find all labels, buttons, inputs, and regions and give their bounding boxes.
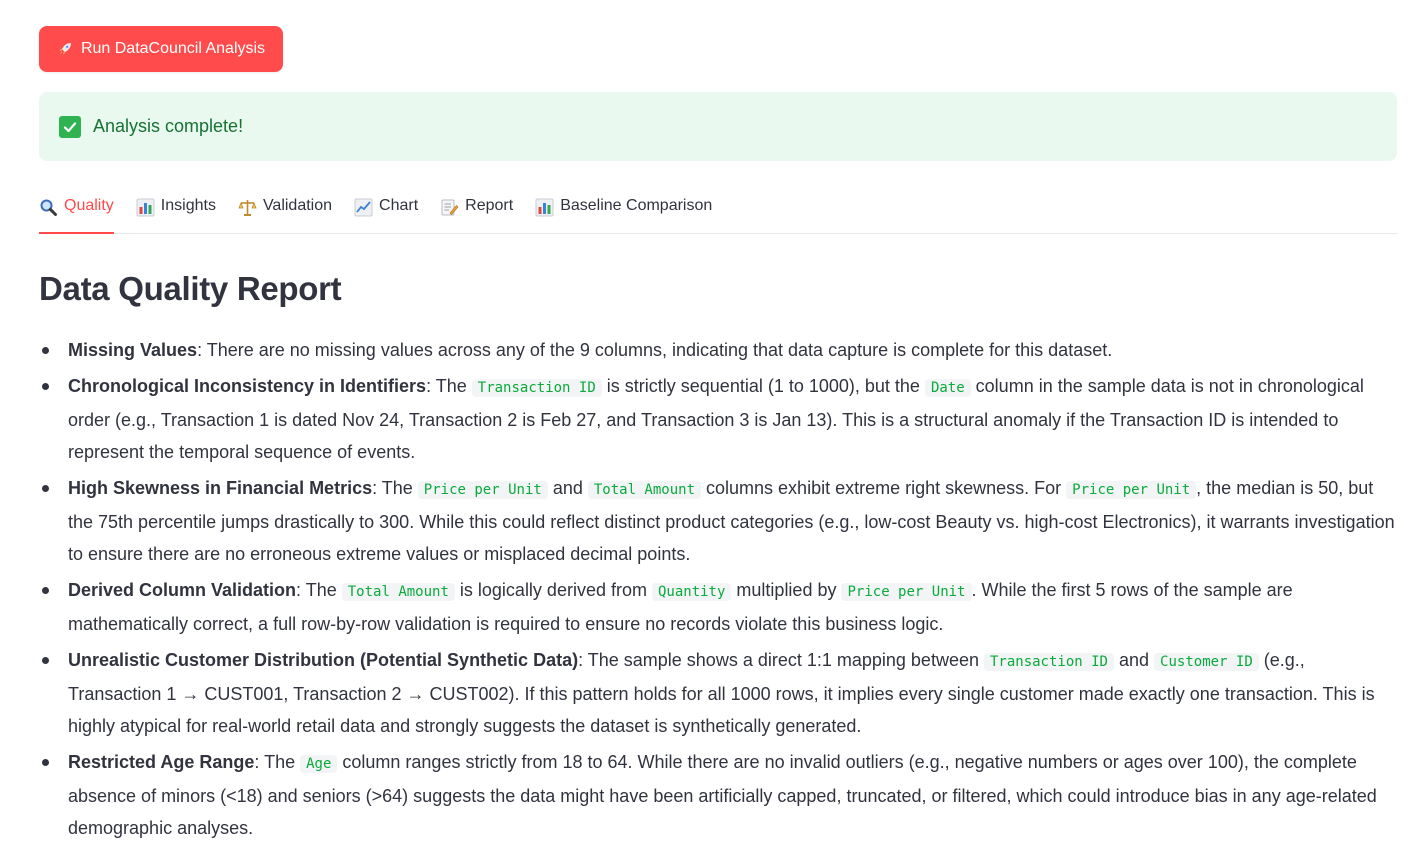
finding-text: is strictly sequential (1 to 1000), but …	[601, 376, 925, 396]
tab-label: Quality	[64, 197, 114, 214]
tab-label: Validation	[262, 197, 333, 214]
finding-title: Restricted Age Range	[68, 752, 255, 772]
column-code: Price per Unit	[1066, 481, 1197, 499]
bar-chart-icon	[136, 198, 155, 217]
list-item: Chronological Inconsistency in Identifie…	[39, 370, 1399, 468]
list-item: Unrealistic Customer Distribution (Poten…	[39, 644, 1399, 742]
page-title: Data Quality Report	[39, 270, 342, 307]
check-mark-icon	[59, 115, 81, 138]
finding-text: : The	[254, 752, 301, 772]
column-code: Age	[300, 755, 338, 773]
magnifier-icon	[40, 199, 57, 216]
column-code: Price per Unit	[841, 583, 972, 601]
column-code: Price per Unit	[417, 481, 548, 499]
tab-quality[interactable]: Quality	[39, 186, 114, 234]
finding-title: Chronological Inconsistency in Identifie…	[68, 376, 427, 396]
list-item: Missing Values: There are no missing val…	[39, 334, 1399, 366]
finding-title: Derived Column Validation	[68, 580, 297, 600]
success-alert: Analysis complete!	[39, 92, 1397, 161]
column-code: Transaction ID	[471, 379, 602, 397]
column-code: Date	[924, 379, 971, 397]
bar-chart-icon	[535, 198, 554, 217]
tab-chart[interactable]: Chart	[354, 186, 418, 233]
page: Run DataCouncil Analysis Analysis comple…	[0, 0, 1427, 845]
finding-title: Unrealistic Customer Distribution (Poten…	[68, 650, 579, 670]
finding-text: is logically derived from	[454, 580, 652, 600]
finding-title: Missing Values	[68, 340, 198, 360]
tab-baseline-comparison[interactable]: Baseline Comparison	[535, 186, 712, 233]
tab-bar: Quality Insights Validation Chart Report…	[39, 186, 1397, 234]
line-chart-icon	[354, 198, 373, 217]
finding-title: High Skewness in Financial Metrics	[68, 478, 373, 498]
success-text: Analysis complete!	[93, 116, 244, 136]
memo-icon	[441, 199, 459, 216]
run-analysis-label: Run DataCouncil Analysis	[80, 40, 266, 57]
finding-text: : The	[296, 580, 342, 600]
finding-text: columns exhibit extreme right skewness. …	[701, 478, 1067, 498]
finding-text: and	[547, 478, 588, 498]
finding-text: : The sample shows a direct 1:1 mapping …	[578, 650, 984, 670]
tab-label: Baseline Comparison	[560, 197, 713, 214]
rocket-icon	[59, 43, 71, 55]
finding-text: and	[1114, 650, 1155, 670]
tab-insights[interactable]: Insights	[136, 186, 216, 233]
column-code: Total Amount	[587, 481, 702, 499]
column-code: Quantity	[651, 583, 732, 601]
column-code: Customer ID	[1154, 653, 1259, 671]
finding-text: : The	[426, 376, 472, 396]
finding-text: : There are no missing values across any…	[197, 340, 1113, 360]
tab-report[interactable]: Report	[440, 186, 513, 233]
list-item: High Skewness in Financial Metrics: The …	[39, 472, 1399, 570]
tab-validation[interactable]: Validation	[238, 186, 332, 233]
finding-text: multiplied by	[731, 580, 842, 600]
run-analysis-button[interactable]: Run DataCouncil Analysis	[39, 26, 283, 72]
balance-scale-icon	[238, 200, 257, 216]
column-code: Transaction ID	[983, 653, 1114, 671]
column-code: Total Amount	[341, 583, 455, 601]
tab-label: Chart	[379, 197, 419, 214]
findings-list: Missing Values: There are no missing val…	[39, 334, 1399, 845]
list-item: Derived Column Validation: The Total Amo…	[39, 574, 1399, 640]
tab-label: Report	[465, 197, 514, 214]
finding-text: : The	[372, 478, 418, 498]
list-item: Restricted Age Range: The Age column ran…	[39, 746, 1399, 844]
tab-label: Insights	[160, 197, 216, 214]
